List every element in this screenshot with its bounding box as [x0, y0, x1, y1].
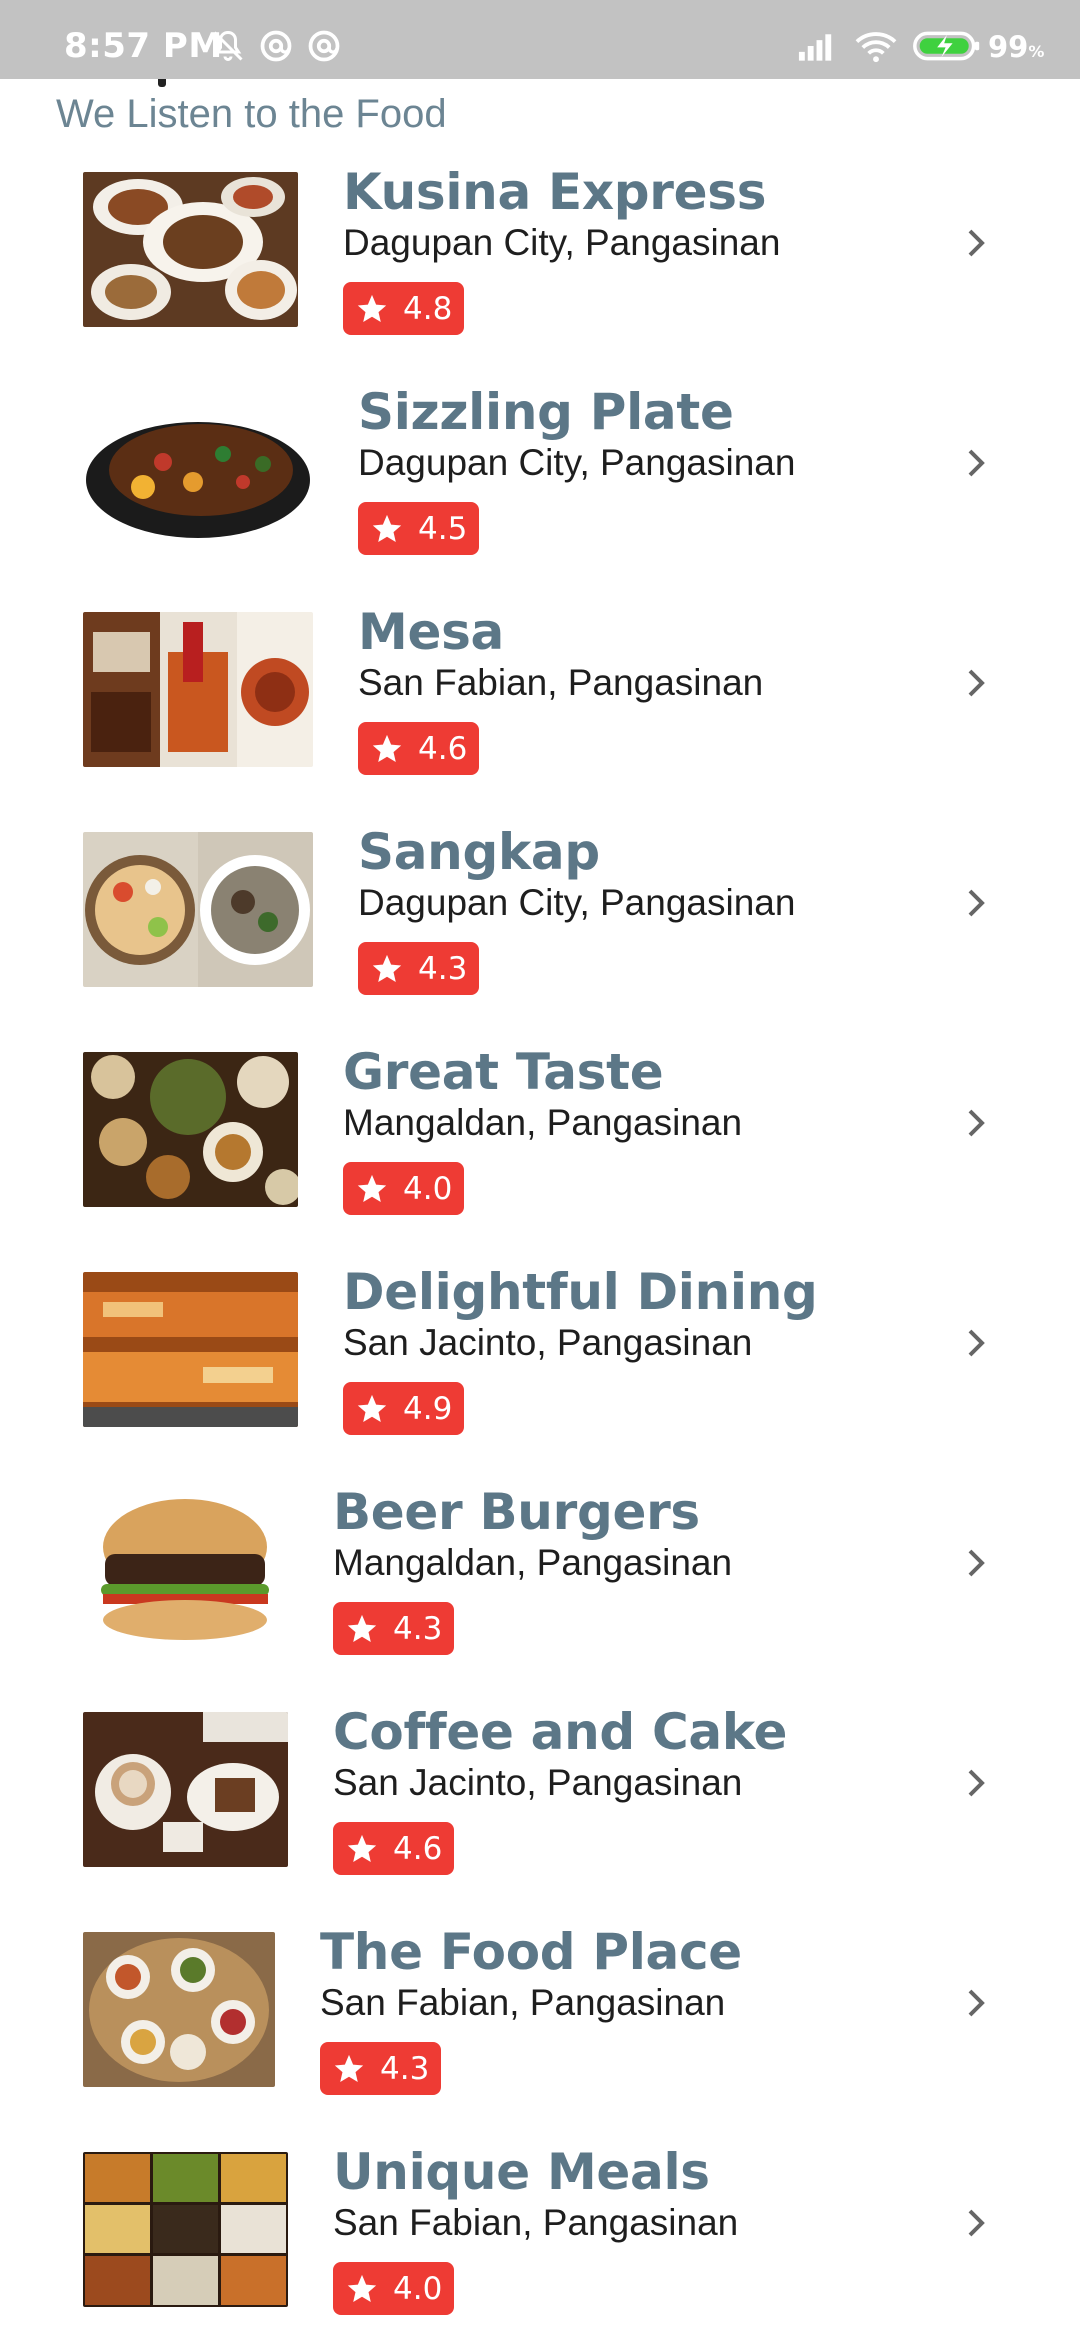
- list-item[interactable]: Mesa San Fabian, Pangasinan 4.6: [0, 600, 1080, 820]
- star-icon: [357, 294, 387, 322]
- rating-badge: 4.6: [333, 1822, 455, 1875]
- restaurant-thumbnail: [83, 1272, 298, 1427]
- restaurant-location: Dagupan City, Pangasinan: [343, 222, 781, 263]
- star-icon: [357, 1174, 387, 1202]
- restaurant-location: San Jacinto, Pangasinan: [343, 1322, 753, 1363]
- status-time: 8:57 PM: [64, 26, 223, 66]
- restaurant-thumbnail: [83, 2152, 288, 2307]
- rating-badge: 4.0: [343, 1162, 465, 1215]
- list-item[interactable]: Kusina Express Dagupan City, Pangasinan …: [0, 160, 1080, 380]
- list-item[interactable]: Sizzling Plate Dagupan City, Pangasinan …: [0, 380, 1080, 600]
- rating-badge: 4.6: [358, 722, 480, 775]
- restaurant-thumbnail: [83, 1492, 288, 1647]
- rating-value: 4.3: [418, 950, 468, 987]
- rating-badge: 4.0: [333, 2262, 455, 2315]
- restaurant-thumbnail: [83, 612, 313, 767]
- rating-badge: 4.8: [343, 282, 465, 335]
- rating-value: 4.9: [403, 1390, 453, 1427]
- rating-value: 4.3: [380, 2050, 430, 2087]
- restaurant-name[interactable]: Beer Burgers: [333, 1483, 700, 1541]
- restaurant-thumbnail: [83, 172, 298, 327]
- list-item[interactable]: Unique Meals San Fabian, Pangasinan 4.0: [0, 2140, 1080, 2340]
- restaurant-thumbnail: [83, 1052, 298, 1207]
- restaurant-name[interactable]: Unique Meals: [333, 2143, 710, 2201]
- chevron-right-icon[interactable]: [962, 1323, 992, 1363]
- battery-percent: 99%: [988, 30, 1045, 64]
- bell-off-icon: [213, 30, 243, 61]
- rating-value: 4.0: [393, 2270, 443, 2307]
- restaurant-name[interactable]: Sizzling Plate: [358, 383, 734, 441]
- star-icon: [347, 1614, 377, 1642]
- restaurant-thumbnail: [83, 1932, 275, 2087]
- restaurant-location: Dagupan City, Pangasinan: [358, 882, 796, 923]
- at-sign-icon: [308, 30, 340, 62]
- restaurant-location: Dagupan City, Pangasinan: [358, 442, 796, 483]
- rating-badge: 4.3: [333, 1602, 455, 1655]
- rating-value: 4.5: [418, 510, 468, 547]
- rating-value: 4.6: [418, 730, 468, 767]
- restaurant-location: San Jacinto, Pangasinan: [333, 1762, 743, 1803]
- page-subtitle: We Listen to the Food: [56, 92, 447, 136]
- chevron-right-icon[interactable]: [962, 1103, 992, 1143]
- signal-icon: [798, 34, 832, 61]
- chevron-right-icon[interactable]: [962, 443, 992, 483]
- restaurant-name[interactable]: Great Taste: [343, 1043, 664, 1101]
- chevron-right-icon[interactable]: [962, 1983, 992, 2023]
- star-icon: [372, 514, 402, 542]
- chevron-right-icon[interactable]: [962, 2203, 992, 2243]
- list-item[interactable]: Sangkap Dagupan City, Pangasinan 4.3: [0, 820, 1080, 1040]
- battery-charging-icon: [913, 31, 980, 61]
- status-bar: 8:57 PM 99%: [0, 0, 1080, 79]
- chevron-right-icon[interactable]: [962, 1763, 992, 1803]
- chevron-right-icon[interactable]: [962, 663, 992, 703]
- restaurant-name[interactable]: Delightful Dining: [343, 1263, 818, 1321]
- at-sign-icon: [260, 30, 292, 62]
- list-item[interactable]: Great Taste Mangaldan, Pangasinan 4.0: [0, 1040, 1080, 1260]
- rating-value: 4.3: [393, 1610, 443, 1647]
- restaurant-thumbnail: [83, 832, 313, 987]
- rating-value: 4.6: [393, 1830, 443, 1867]
- restaurant-name[interactable]: Mesa: [358, 603, 504, 661]
- restaurant-location: San Fabian, Pangasinan: [333, 2202, 739, 2243]
- restaurant-name[interactable]: The Food Place: [320, 1923, 742, 1981]
- restaurant-name[interactable]: Sangkap: [358, 823, 600, 881]
- restaurant-thumbnail: [83, 392, 313, 547]
- restaurant-name[interactable]: Kusina Express: [343, 163, 767, 221]
- chevron-right-icon[interactable]: [962, 883, 992, 923]
- rating-value: 4.0: [403, 1170, 453, 1207]
- star-icon: [347, 1834, 377, 1862]
- list-item[interactable]: Coffee and Cake San Jacinto, Pangasinan …: [0, 1700, 1080, 1920]
- page-title-fragment: [158, 79, 218, 89]
- restaurant-location: San Fabian, Pangasinan: [358, 662, 764, 703]
- rating-badge: 4.3: [358, 942, 480, 995]
- star-icon: [372, 734, 402, 762]
- restaurant-name[interactable]: Coffee and Cake: [333, 1703, 787, 1761]
- star-icon: [372, 954, 402, 982]
- wifi-icon: [855, 32, 897, 63]
- star-icon: [357, 1394, 387, 1422]
- rating-value: 4.8: [403, 290, 453, 327]
- chevron-right-icon[interactable]: [962, 1543, 992, 1583]
- restaurant-location: Mangaldan, Pangasinan: [343, 1102, 743, 1143]
- chevron-right-icon[interactable]: [962, 223, 992, 263]
- list-item[interactable]: Delightful Dining San Jacinto, Pangasina…: [0, 1260, 1080, 1480]
- restaurant-location: San Fabian, Pangasinan: [320, 1982, 726, 2023]
- list-item[interactable]: The Food Place San Fabian, Pangasinan 4.…: [0, 1920, 1080, 2140]
- star-icon: [334, 2054, 364, 2082]
- star-icon: [347, 2274, 377, 2302]
- rating-badge: 4.5: [358, 502, 480, 555]
- restaurant-location: Mangaldan, Pangasinan: [333, 1542, 733, 1583]
- rating-badge: 4.9: [343, 1382, 465, 1435]
- rating-badge: 4.3: [320, 2042, 442, 2095]
- list-item[interactable]: Beer Burgers Mangaldan, Pangasinan 4.3: [0, 1480, 1080, 1700]
- restaurant-thumbnail: [83, 1712, 288, 1867]
